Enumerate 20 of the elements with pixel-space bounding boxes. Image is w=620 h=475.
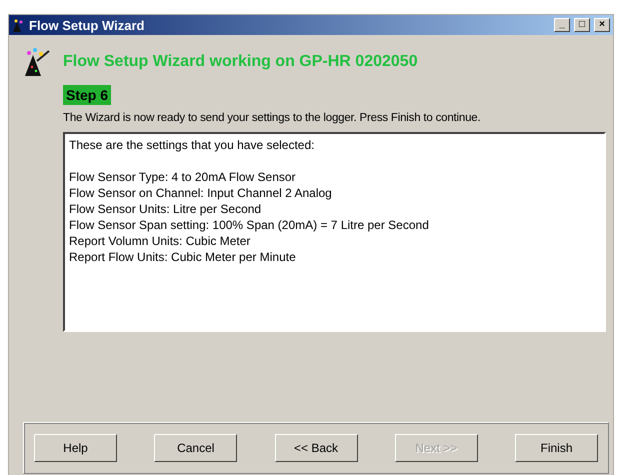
summary-line: Flow Sensor on Channel: Input Channel 2 Analog	[69, 185, 333, 201]
summary-line: Flow Sensor Span setting: 100% Span (20mA) = 7 Litre per Second	[69, 217, 430, 233]
summary-line: Flow Sensor Units: Litre per Second	[69, 201, 262, 217]
wizard-icon	[12, 18, 25, 32]
wizard-button[interactable]: << Back	[274, 434, 358, 462]
window-title: Flow Setup Wizard	[29, 18, 146, 32]
summary-line: Report Volumn Units: Cubic Meter	[69, 233, 252, 249]
close-button[interactable]: ×	[594, 18, 610, 32]
summary-text-area[interactable]	[63, 132, 606, 332]
step-label: Step 6	[63, 85, 112, 105]
minimize-button[interactable]: _	[554, 18, 570, 32]
wizard-button[interactable]: Help	[34, 434, 117, 462]
wizard-button[interactable]: Cancel	[154, 434, 238, 462]
summary-line: These are the settings that you have selected:	[69, 137, 316, 153]
summary-line: Flow Sensor Type: 4 to 20mA Flow Sensor	[69, 169, 297, 185]
wizard-button[interactable]: Finish	[515, 434, 598, 462]
maximize-button[interactable]: □	[574, 18, 590, 32]
summary-line: Report Flow Units: Cubic Meter per Minute	[69, 249, 297, 265]
wizard-heading: Flow Setup Wizard working on GP-HR 0202050	[63, 53, 418, 71]
instruction-text: The Wizard is now ready to send your settings to the logger. Press Finish to continue.	[63, 112, 480, 124]
